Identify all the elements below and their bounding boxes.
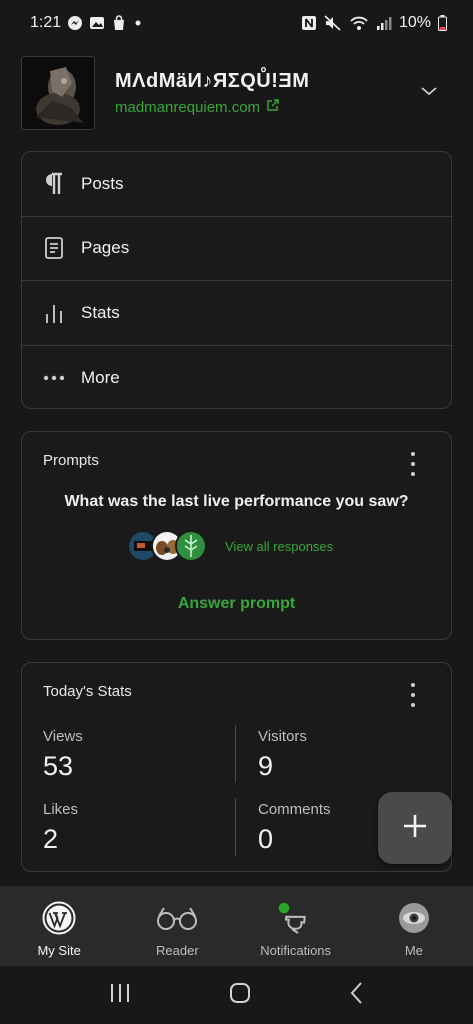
dot-icon — [133, 18, 143, 28]
menu-item-label: Pages — [81, 238, 130, 258]
menu-item-pages[interactable]: Pages — [22, 217, 451, 281]
stat-visitors[interactable]: Visitors 9 — [258, 728, 307, 782]
battery-percent: 10% — [398, 14, 431, 31]
stat-value: 53 — [43, 751, 74, 781]
site-title: MΛdMäИ♪ЯΣQŮ!ƎM — [115, 70, 310, 92]
menu-item-stats[interactable]: Stats — [22, 281, 451, 346]
stat-value: 9 — [258, 751, 274, 781]
nav-label: My Site — [37, 943, 81, 958]
stat-label: Likes — [43, 801, 79, 818]
responder-avatar — [175, 530, 207, 562]
site-url-link[interactable]: madmanrequiem.com — [115, 99, 309, 116]
status-bar: 1:21 10% — [0, 0, 473, 46]
site-url-text: madmanrequiem.com — [115, 99, 261, 116]
page-icon — [42, 236, 66, 260]
stat-likes[interactable]: Likes 2 — [43, 801, 78, 855]
plus-icon — [402, 813, 428, 844]
system-navigation-bar — [0, 966, 473, 1024]
bell-icon — [276, 901, 316, 935]
stat-label: Views — [43, 728, 83, 745]
ellipsis-icon — [42, 366, 66, 390]
view-all-responses-link[interactable]: View all responses — [225, 539, 333, 554]
prompt-responses[interactable]: View all responses — [127, 530, 333, 562]
nav-reader[interactable]: Reader — [118, 886, 236, 966]
nfc-icon — [301, 15, 317, 31]
shopping-bag-icon — [111, 15, 127, 31]
pilcrow-icon — [42, 172, 66, 196]
stats-divider — [235, 798, 236, 856]
nav-label: Me — [404, 943, 423, 958]
create-fab-button[interactable] — [378, 792, 452, 864]
nav-notifications[interactable]: Notifications — [237, 886, 355, 966]
answer-prompt-button[interactable]: Answer prompt — [22, 595, 451, 613]
menu-item-label: Posts — [81, 173, 124, 193]
back-icon[interactable] — [349, 981, 365, 1010]
battery-icon — [438, 15, 447, 31]
stats-more-options-icon[interactable] — [403, 683, 423, 707]
nav-label: Notifications — [260, 943, 332, 958]
menu-item-more[interactable]: More — [22, 346, 451, 411]
external-link-icon — [266, 99, 279, 116]
stat-views[interactable]: Views 53 — [43, 728, 83, 782]
stats-divider — [235, 725, 236, 783]
stat-comments[interactable]: Comments 0 — [258, 801, 331, 855]
glasses-icon — [155, 901, 199, 935]
avatar-icon — [398, 901, 430, 935]
site-icon — [21, 56, 95, 130]
wordpress-icon — [42, 901, 76, 935]
stat-label: Visitors — [258, 728, 307, 745]
gallery-icon — [89, 15, 105, 31]
prompt-card-title: Prompts — [43, 452, 99, 469]
signal-icon — [376, 15, 392, 31]
wifi-icon — [349, 15, 369, 31]
stat-label: Comments — [258, 801, 331, 818]
nav-label: Reader — [156, 943, 199, 958]
site-menu-card: Posts Pages Stats More — [21, 151, 452, 409]
prompt-more-options-icon[interactable] — [403, 452, 423, 476]
bar-chart-icon — [42, 301, 66, 325]
recent-apps-icon[interactable] — [108, 982, 132, 1009]
menu-item-label: More — [81, 367, 120, 387]
mute-icon — [324, 15, 342, 31]
site-switcher-chevron-icon[interactable] — [420, 84, 438, 102]
stat-value: 2 — [43, 824, 59, 854]
stats-card-title: Today's Stats — [43, 683, 132, 700]
prompt-question: What was the last live performance you s… — [64, 493, 409, 510]
bottom-navigation: My Site Reader Notifications Me — [0, 886, 473, 966]
menu-item-posts[interactable]: Posts — [22, 152, 451, 217]
status-time: 1:21 — [30, 14, 62, 31]
home-icon[interactable] — [228, 981, 252, 1010]
site-header[interactable]: MΛdMäИ♪ЯΣQŮ!ƎM madmanrequiem.com — [21, 56, 452, 130]
messenger-icon — [67, 15, 83, 31]
nav-me[interactable]: Me — [355, 886, 473, 966]
nav-my-site[interactable]: My Site — [0, 886, 118, 966]
menu-item-label: Stats — [81, 302, 120, 322]
prompt-card: Prompts What was the last live performan… — [21, 431, 452, 640]
stat-value: 0 — [258, 824, 274, 854]
